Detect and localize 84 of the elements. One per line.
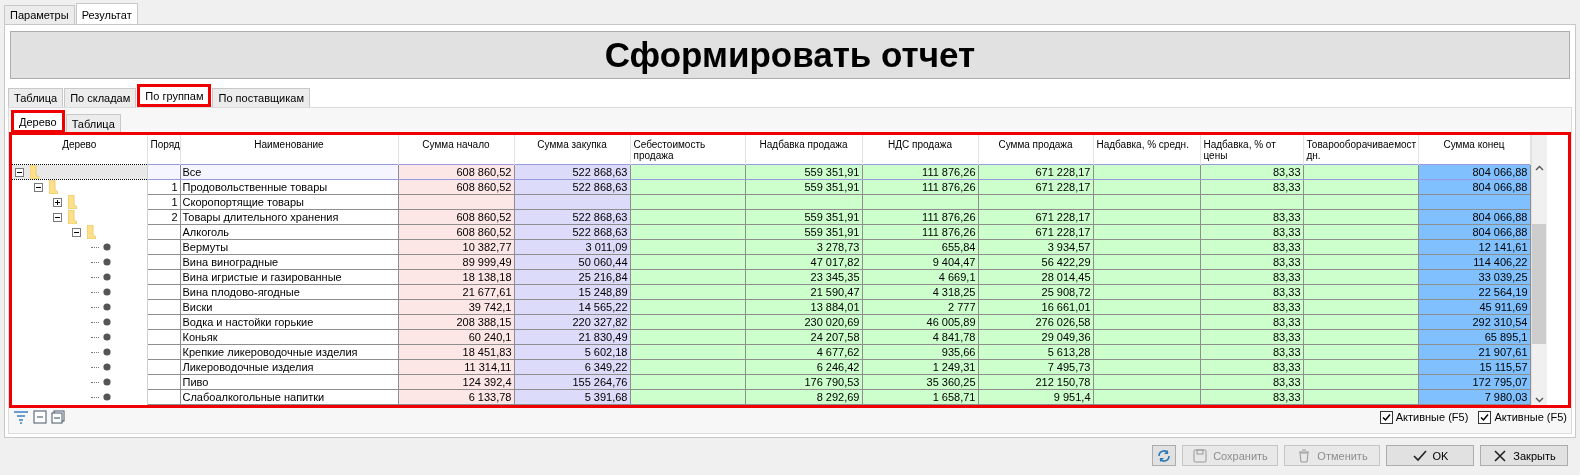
table-cell: Товары длительного хранения [180, 209, 398, 225]
folder-icon [87, 225, 96, 239]
collapse-icon[interactable] [15, 167, 24, 177]
floppy-icon [1192, 447, 1209, 464]
column-header[interactable]: Надбавка, % средн. [1093, 135, 1200, 165]
tab[interactable]: Результат [75, 3, 138, 24]
dot-icon [103, 288, 111, 296]
column-header[interactable]: Сумма начало [398, 135, 514, 165]
close-button[interactable]: Закрыть [1480, 445, 1568, 466]
table-cell: Вина плодово-ягодные [180, 284, 398, 300]
table-cell: 83,33 [1200, 164, 1303, 180]
table-cell: Виски [180, 299, 398, 315]
column-header[interactable]: Надбавка продажа [745, 135, 862, 165]
report-button[interactable]: Сформировать отчет [10, 31, 1570, 79]
table-cell: 1 [147, 179, 180, 195]
refresh-icon [1156, 447, 1172, 464]
tab[interactable]: Таблица [8, 88, 64, 107]
tab[interactable]: Дерево [11, 110, 65, 133]
scroll-thumb[interactable] [1532, 224, 1546, 344]
column-header[interactable]: Надбавка, % от цены [1200, 135, 1303, 165]
checkbox-label: Активные (F5) [1494, 411, 1567, 423]
table-cell: Пиво [180, 374, 398, 390]
dot-icon [103, 348, 111, 356]
column-header[interactable]: Сумма продажа [978, 135, 1093, 165]
expand-icon[interactable] [53, 197, 62, 207]
table-cell: 2 [147, 209, 180, 225]
collapse-icon[interactable] [72, 227, 81, 237]
table-cell: 111 876,26 [862, 164, 978, 180]
table-cell: Слабоалкогольные напитки [180, 389, 398, 405]
dot-icon [103, 378, 111, 386]
table-cell: 559 351,91 [745, 164, 862, 180]
table-cell: Все [180, 164, 398, 180]
dot-icon [103, 393, 111, 401]
refresh-button[interactable] [1152, 445, 1176, 466]
scroll-down-icon [1534, 397, 1544, 403]
table-cell: Вина виноградные [180, 254, 398, 270]
column-header[interactable]: Дерево [12, 135, 147, 165]
tab[interactable]: По складам [64, 88, 137, 107]
table-cell: Скоропортящие товары [180, 194, 398, 210]
table-cell: 608 860,52 [398, 164, 514, 180]
table-cell: 522 868,63 [514, 164, 630, 180]
tab[interactable]: По поставщикам [212, 88, 310, 107]
dot-icon [103, 273, 111, 281]
dot-icon [103, 318, 111, 326]
tab[interactable]: По группам [137, 84, 212, 107]
column-header[interactable]: Наименование [180, 135, 398, 165]
table-cell: 804 066,88 [1418, 164, 1530, 180]
table-cell: Продовольственные товары [180, 179, 398, 195]
table-cell: Водка и настойки горькие [180, 314, 398, 330]
table-cell: Крепкие ликероводочные изделия [180, 344, 398, 360]
folder-icon [49, 180, 58, 195]
table-cell: Коньяк [180, 329, 398, 345]
table-cell: Вермуты [180, 239, 398, 255]
table-cell: Вина игристые и газированные [180, 269, 398, 285]
column-header[interactable]: НДС продажа [862, 135, 978, 165]
filter-icon[interactable] [13, 410, 29, 424]
column-header[interactable]: Поряд [147, 135, 180, 165]
folder-icon [30, 165, 39, 179]
table-cell: 1 [147, 194, 180, 210]
folder-icon [68, 195, 77, 209]
tab[interactable]: Параметры [4, 5, 75, 24]
dot-icon [103, 363, 111, 371]
dot-icon [103, 243, 111, 251]
close-icon [1492, 447, 1509, 464]
collapse-icon[interactable] [34, 182, 43, 192]
folder-icon [68, 210, 77, 224]
collapse-all-icon[interactable] [33, 410, 47, 424]
ok-button[interactable]: OK [1386, 445, 1474, 466]
table-cell: 671 228,17 [978, 164, 1093, 180]
dot-icon [103, 333, 111, 341]
checkbox[interactable] [1478, 410, 1492, 424]
column-header[interactable]: Себестоимость продажа [630, 135, 745, 165]
table-cell: Ликероводочные изделия [180, 359, 398, 375]
dot-icon [103, 303, 111, 311]
column-header[interactable]: Сумма конец [1418, 135, 1530, 165]
table-cell: Алкоголь [180, 224, 398, 240]
column-header[interactable]: Сумма закупка [514, 135, 630, 165]
scroll-up-icon [1534, 165, 1544, 171]
column-header[interactable]: Товарооборачиваемост дн. [1303, 135, 1418, 165]
dot-icon [103, 258, 111, 266]
checkbox[interactable] [1379, 410, 1393, 424]
checkbox-label: Активные (F5) [1395, 411, 1469, 423]
tree-cell[interactable] [12, 164, 147, 180]
collapse-icon[interactable] [53, 212, 62, 222]
